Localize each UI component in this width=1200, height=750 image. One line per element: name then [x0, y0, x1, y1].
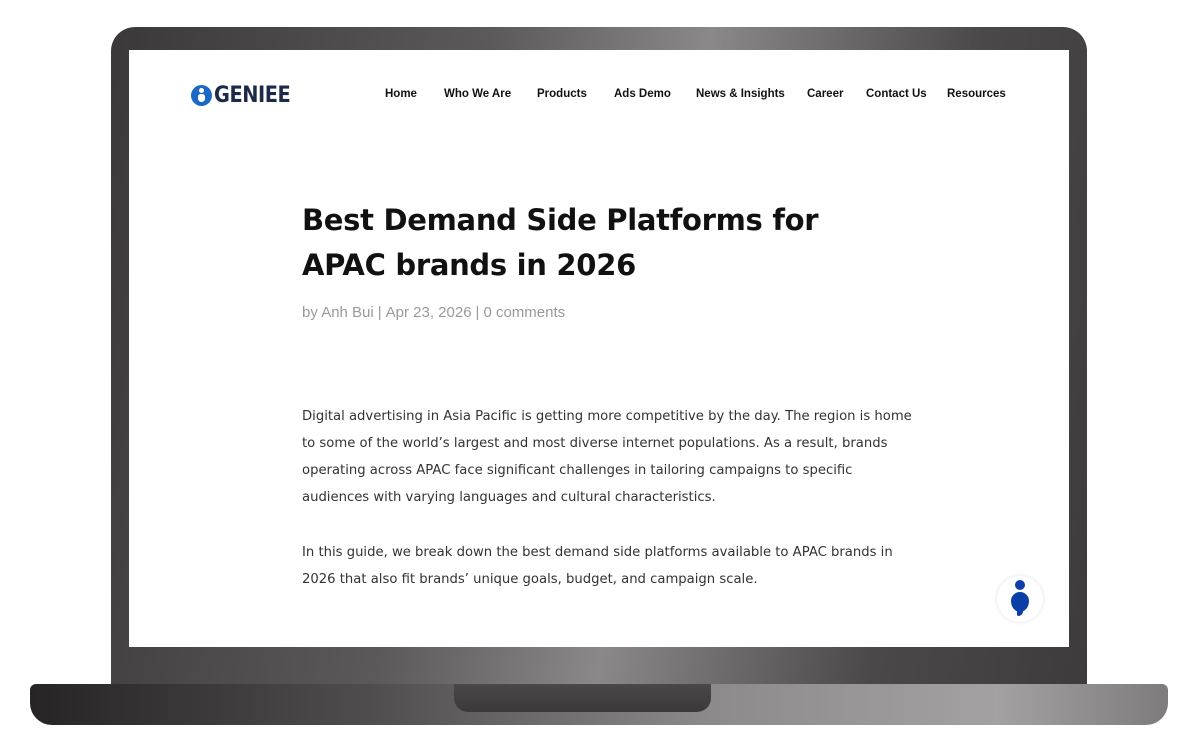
meta-author-link[interactable]: Anh Bui: [321, 304, 374, 321]
meta-separator: |: [475, 304, 480, 321]
nav-item-products[interactable]: Products: [537, 88, 587, 100]
laptop-notch: [454, 684, 711, 712]
meta-by: by: [302, 304, 318, 321]
nav-item-contact-us[interactable]: Contact Us: [866, 88, 927, 100]
chat-widget-button[interactable]: [997, 576, 1043, 622]
article-title: Best Demand Side Platforms for APAC bran…: [302, 203, 819, 282]
article-paragraph: Digital advertising in Asia Pacific is g…: [302, 409, 912, 505]
chat-widget-icon: [1015, 580, 1025, 590]
nav-item-who-we-are[interactable]: Who We Are: [444, 88, 511, 100]
laptop-screen: GENIEE Home Who We Are Products Ads Demo…: [129, 50, 1069, 647]
nav-item-career[interactable]: Career: [807, 88, 843, 100]
nav-item-resources[interactable]: Resources: [947, 88, 1006, 100]
laptop-mockup: GENIEE Home Who We Are Products Ads Demo…: [0, 0, 1200, 750]
chat-widget-icon-tail: [1017, 608, 1023, 616]
main-nav: Home Who We Are Products Ads Demo News &…: [129, 88, 1069, 104]
nav-item-home[interactable]: Home: [385, 88, 417, 100]
meta-separator: |: [377, 304, 382, 321]
nav-item-ads-demo[interactable]: Ads Demo: [614, 88, 671, 100]
article-meta: by Anh Bui | Apr 23, 2026 | 0 comments: [302, 304, 565, 321]
article-paragraph: In this guide, we break down the best de…: [302, 545, 893, 587]
meta-comments-link[interactable]: 0 comments: [483, 304, 565, 321]
meta-date: Apr 23, 2026: [385, 304, 472, 321]
nav-item-news-insights[interactable]: News & Insights: [696, 88, 785, 100]
